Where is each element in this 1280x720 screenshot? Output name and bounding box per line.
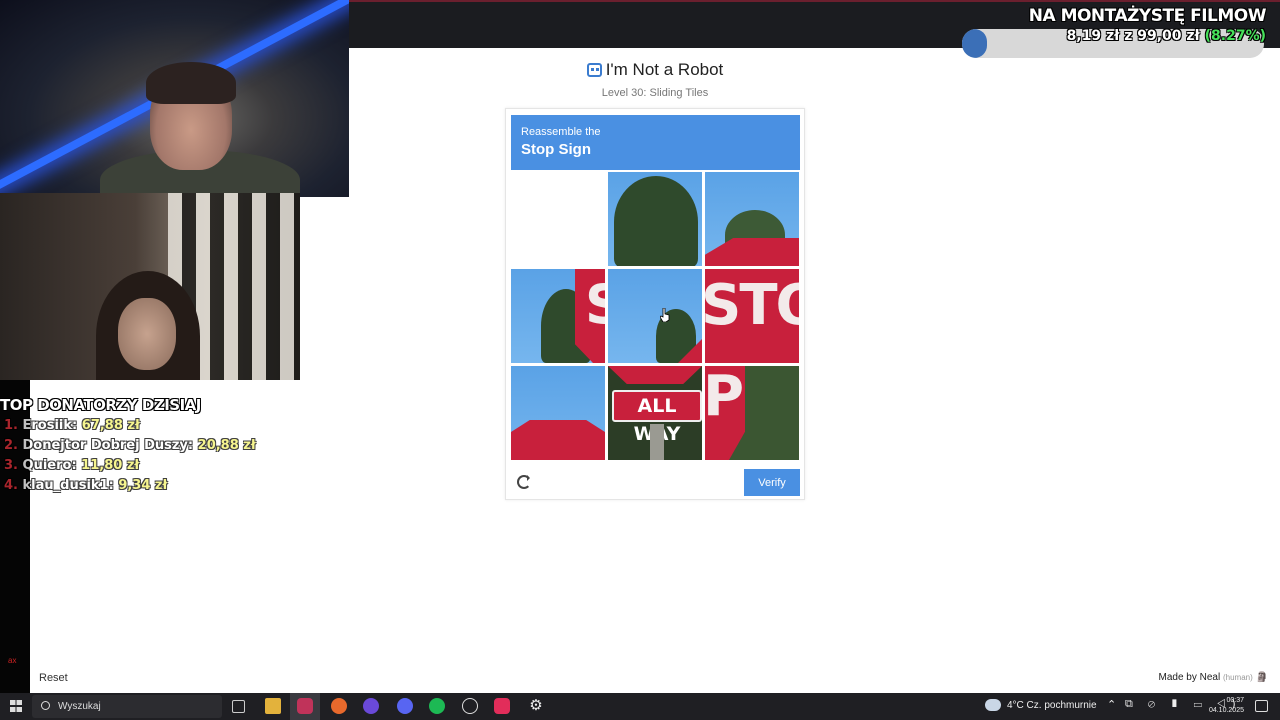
empty-tile-slot[interactable] [511,172,605,266]
spotify-icon[interactable] [429,698,445,714]
captcha-card: Reassemble the Stop Sign S STO [505,108,805,500]
discord-icon[interactable] [397,698,413,714]
tile-stop-top-right[interactable] [705,172,799,266]
browser-app-icon [297,698,313,714]
captcha-header: I'm Not a Robot Level 30: Sliding Tiles [505,60,805,99]
refresh-icon[interactable] [517,475,531,489]
reset-button[interactable]: Reset [34,670,73,686]
webcam-streamer [0,0,349,197]
donor-row: 2. Donejtor Dobrej Duszy: 20,88 zł [4,438,256,453]
tile-stop-p[interactable]: P [705,366,799,460]
windows-start-icon[interactable] [10,700,22,712]
file-explorer-icon[interactable] [265,698,281,714]
top-donors-title: TOP DONATORZY DZISIAJ [0,396,201,414]
donor-row: 3. Quiero: 11,80 zł [4,458,140,473]
emoji-icon: 🗿 [1255,672,1268,683]
task-view-icon[interactable] [232,700,245,713]
search-icon [41,701,50,710]
settings-gear-icon[interactable]: ⚙ [528,698,544,714]
verify-button[interactable]: Verify [744,469,800,496]
cloud-icon [985,699,1001,711]
taskbar-weather[interactable]: 4°C Cz. pochmurnie [985,699,1097,711]
tiktok-icon[interactable] [494,698,510,714]
sliding-tiles-grid: S STO ALL WAY P [511,172,801,462]
windows-taskbar: Wyszukaj ⚙ 4°C Cz. pochmurnie ⌃ ⧉ ⊘ ▮ ▭ … [0,693,1280,720]
notification-icon[interactable] [1255,700,1268,712]
donation-goal: NA MONTAŻYSTĘ FILMOW 8,19 zł z 99,00 zł … [966,6,1267,44]
webcam-guest [0,193,300,380]
top-donors-list: TOP DONATORZY DZISIAJ 1. Erosiik: 67,88 … [0,396,300,496]
page-title-text: I'm Not a Robot [605,60,724,79]
donor-row: 4. klau_dusik1: 9,34 zł [4,478,168,493]
guest-face [118,298,176,370]
instruction-target: Stop Sign [521,141,591,158]
firefox-icon[interactable] [363,698,379,714]
obs-icon[interactable] [462,698,478,714]
goal-target: 99,00 zł [1137,28,1200,44]
tile-stop-s[interactable]: S [511,269,605,363]
goal-title: NA MONTAŻYSTĘ FILMOW [1028,6,1267,26]
tray-chevron-icon[interactable]: ⌃ [1107,698,1116,711]
tile-tree-top[interactable] [608,172,702,266]
donor-row: 1. Erosiik: 67,88 zł [4,418,140,433]
captcha-instruction: Reassemble the Stop Sign [511,115,800,170]
overlay-small-label: ax [8,656,17,665]
hand-cursor-icon [660,308,670,322]
level-subtitle: Level 30: Sliding Tiles [601,87,709,99]
taskbar-clock[interactable]: 00:37 04.10.2025 [1209,696,1244,716]
tile-all-way[interactable]: ALL WAY [608,366,702,460]
captcha-footer: Verify [511,469,801,497]
tile-sky-tree[interactable] [608,269,702,363]
goal-percent: (8.27%) [1204,28,1266,44]
tile-stop-sto[interactable]: STO [705,269,799,363]
robot-icon [586,63,602,77]
page-title: I'm Not a Robot [586,60,724,80]
tile-stop-bottom-left[interactable] [511,366,605,460]
streamer-hair [146,62,236,104]
brave-icon[interactable] [331,698,347,714]
goal-sep: z [1124,28,1133,44]
goal-amount-line: 8,19 zł z 99,00 zł (8.27%) [966,28,1266,44]
instruction-small: Reassemble the [521,126,601,138]
goal-current: 8,19 zł [1066,28,1120,44]
taskbar-active-app[interactable] [290,693,320,720]
taskbar-search[interactable]: Wyszukaj [32,695,222,718]
made-by-credit: Made by Neal (human) 🗿 [1158,672,1268,683]
